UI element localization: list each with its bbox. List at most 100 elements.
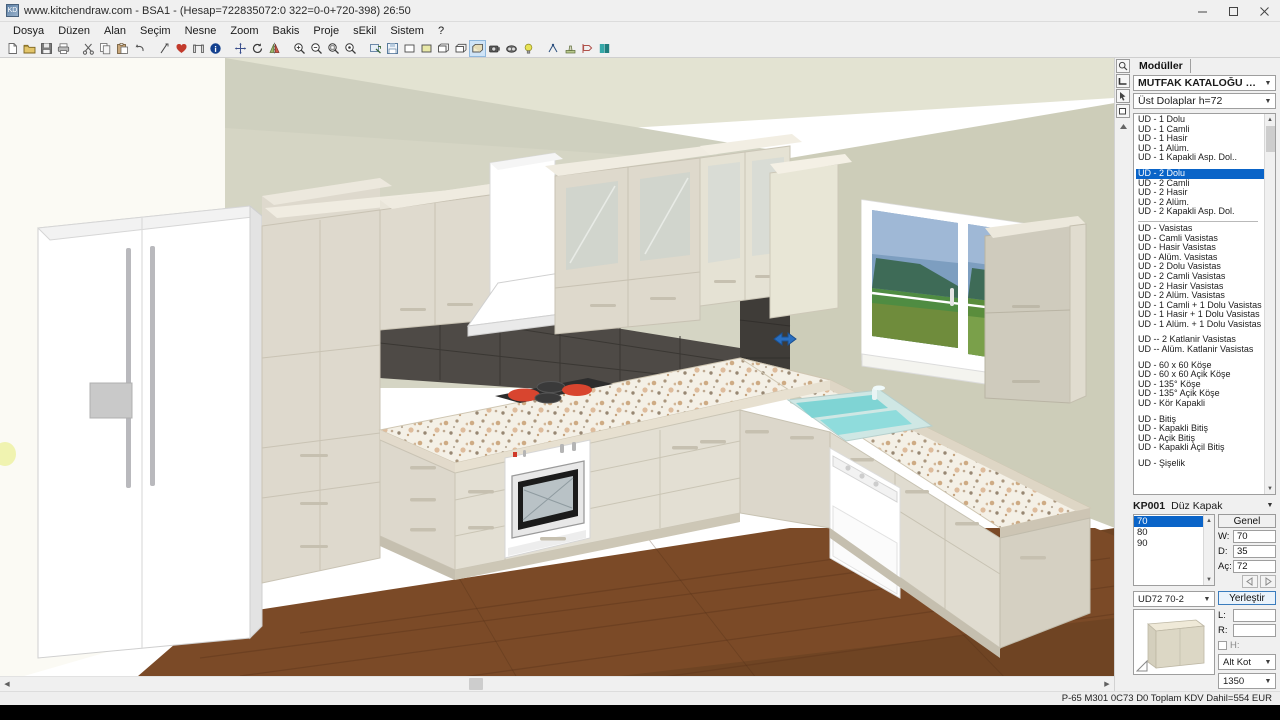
kitchen-scene-render[interactable] [0,58,1114,676]
wireframe-box-icon[interactable] [401,40,418,57]
size-option-70[interactable]: 70 [1134,516,1203,527]
kitchen-3d-view[interactable] [0,58,1114,676]
mirror-icon[interactable] [266,40,283,57]
heart-red-icon[interactable] [173,40,190,57]
module-list-item[interactable]: UD -- Alüm. Katlanir Vasistas [1136,344,1264,355]
resize-corner-icon[interactable] [1136,660,1148,672]
module-3d-preview[interactable] [1133,609,1215,675]
render-icon[interactable] [503,40,520,57]
scroll-left-icon[interactable]: ◀ [0,677,14,691]
menu-proje[interactable]: Proje [306,24,346,38]
checkbox-box[interactable] [1218,640,1227,650]
yerlestir-button[interactable]: Yerleştir [1218,591,1276,605]
zoom-all-icon[interactable] [342,40,359,57]
new-file-icon[interactable] [4,40,21,57]
close-icon[interactable] [1249,0,1280,22]
menu-zoom[interactable]: Zoom [223,24,265,38]
flip-left-icon[interactable] [1242,575,1258,588]
solid-box-yellow-icon[interactable] [418,40,435,57]
field-depth-input[interactable]: 35 [1233,545,1276,558]
size-options[interactable]: 70 80 90 [1134,515,1203,585]
maximize-icon[interactable] [1218,0,1249,22]
size-listbox[interactable]: 70 80 90 ▲ ▼ [1133,514,1215,586]
catalog-combo[interactable]: MUTFAK KATALOĞU V3 TR - KL ▼ [1133,75,1276,91]
zoom-out-icon[interactable] [308,40,325,57]
hscroll-track[interactable] [14,677,1100,692]
arrow-label-icon[interactable] [579,40,596,57]
module-listbox[interactable]: UD - 1 Dolu UD - 1 Camli UD - 1 Hasir UD - … [1133,113,1276,495]
menu-sekil[interactable]: sEkil [346,24,383,38]
menu-duzen[interactable]: Düzen [51,24,97,38]
box-tool-icon[interactable] [1116,104,1130,118]
altkot-number-combo[interactable]: 1350 ▼ [1218,673,1276,689]
chevron-down-icon[interactable]: ▼ [1261,76,1275,90]
move-icon[interactable] [232,40,249,57]
cut-scissors-icon[interactable] [80,40,97,57]
menu-secim[interactable]: Seçim [133,24,178,38]
zoom-window-icon[interactable] [325,40,342,57]
undo-arrow-icon[interactable] [131,40,148,57]
module-list-item[interactable]: UD - 2 Kapakli Asp. Dol. [1136,207,1264,217]
palette-icon[interactable] [596,40,613,57]
module-list-item[interactable]: UD - 1 Alüm. + 1 Dolu Vasistas [1136,319,1264,330]
hscroll-thumb[interactable] [469,677,483,690]
elevation-icon[interactable] [435,40,452,57]
scroll-right-icon[interactable]: ▶ [1100,677,1114,691]
field-width-input[interactable]: 70 [1233,530,1276,543]
paste-icon[interactable] [114,40,131,57]
variant-combo[interactable]: UD72 70-2 ▼ [1133,591,1215,607]
field-right-input[interactable] [1233,624,1276,637]
menu-bakis[interactable]: Bakis [266,24,307,38]
menu-help[interactable]: ? [431,24,451,38]
chevron-down-icon[interactable]: ▼ [1204,574,1215,585]
perspective-box-icon[interactable] [469,39,486,57]
zoom-tool-icon[interactable] [1116,59,1130,73]
chevron-up-icon[interactable]: ▲ [1265,114,1276,125]
chevron-down-icon[interactable]: ▼ [1200,592,1214,606]
zoom-in-icon[interactable] [291,40,308,57]
menu-nesne[interactable]: Nesne [178,24,224,38]
size-list-scrollbar[interactable]: ▲ ▼ [1203,515,1214,585]
wall-icon[interactable] [190,40,207,57]
chevron-down-icon[interactable]: ▼ [1261,94,1275,108]
altkot-combo[interactable]: Alt Kot ▼ [1218,654,1276,670]
vscroll-thumb[interactable] [1265,126,1275,152]
family-combo[interactable]: Üst Dolaplar h=72 ▼ [1133,93,1276,109]
top-box-icon[interactable] [452,40,469,57]
chevron-down-icon[interactable]: ▼ [1261,674,1275,688]
menu-alan[interactable]: Alan [97,24,133,38]
menu-sistem[interactable]: Sistem [383,24,431,38]
camera-icon[interactable] [486,40,503,57]
save-view-icon[interactable] [384,40,401,57]
save-disk-icon[interactable] [38,40,55,57]
light-bulb-icon[interactable] [520,40,537,57]
chevron-down-icon[interactable]: ▼ [1264,502,1276,509]
info-circle-icon[interactable] [207,40,224,57]
open-folder-icon[interactable] [21,40,38,57]
stamp-icon[interactable] [562,40,579,57]
dimension-icon[interactable] [545,40,562,57]
menu-dosya[interactable]: Dosya [6,24,51,38]
chevron-up-icon[interactable]: ▲ [1204,515,1215,526]
height-checkbox[interactable]: H: [1218,639,1276,651]
module-list-item[interactable]: UD - 1 Kapakli Asp. Dol.. [1136,153,1264,163]
viewport-hscrollbar[interactable]: ◀ ▶ [0,676,1114,691]
size-option-90[interactable]: 90 [1134,538,1203,549]
size-option-80[interactable]: 80 [1134,527,1203,538]
plan-view-icon[interactable] [367,40,384,57]
module-list-items[interactable]: UD - 1 Dolu UD - 1 Camli UD - 1 Hasir UD - … [1134,114,1264,494]
print-icon[interactable] [55,40,72,57]
module-list-item[interactable]: UD - Şişelik [1136,458,1264,469]
minimize-icon[interactable] [1187,0,1218,22]
copy-icon[interactable] [97,40,114,57]
chevron-down-icon[interactable]: ▼ [1265,483,1276,494]
field-left-input[interactable] [1233,609,1276,622]
genel-button[interactable]: Genel [1218,514,1276,528]
module-list-item[interactable]: UD - Kör Kapakli [1136,398,1264,409]
scroll-up-icon[interactable] [1116,119,1130,133]
module-list-item[interactable]: UD - Kapakli Açil Bitiş [1136,443,1264,453]
measure-icon[interactable] [156,40,173,57]
chevron-down-icon[interactable]: ▼ [1261,655,1275,669]
pointer-tool-icon[interactable] [1116,89,1130,103]
tab-moduller[interactable]: Modüller [1135,59,1191,73]
